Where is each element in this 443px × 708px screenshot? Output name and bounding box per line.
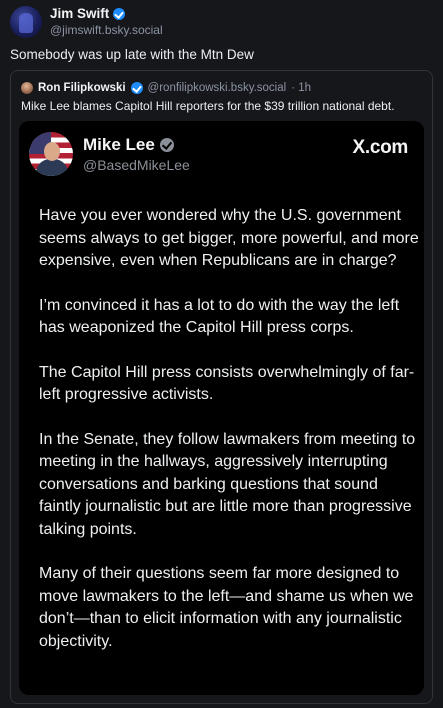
tweet-paragraph: I’m convinced it has a lot to do with th… [39,296,400,337]
quoted-author-handle: @ronfilipkowski.bsky.social [147,82,287,94]
post-text: Somebody was up late with the Mtn Dew [10,47,254,62]
embedded-author-name: Mike Lee [83,135,155,154]
quoted-author-name: Ron Filipkowski [38,82,126,94]
verified-badge-icon [130,82,143,94]
x-logo: X.com [352,137,408,158]
tweet-paragraph: In the Senate, they follow lawmakers fro… [39,430,416,538]
verified-badge-icon [113,7,126,20]
embedded-author-avatar [29,132,73,176]
quoted-post-time: · 1h [291,82,312,94]
embedded-tweet-image[interactable]: Mike Lee @BasedMikeLee X.com Have you ev… [19,121,424,695]
author-name[interactable]: Jim Swift [50,6,109,21]
quoted-post-header: Ron Filipkowski @ronfilipkowski.bsky.soc… [21,82,311,94]
quoted-post[interactable]: Ron Filipkowski @ronfilipkowski.bsky.soc… [10,70,433,704]
post-card: Jim Swift @jimswift.bsky.social Somebody… [0,0,443,708]
tweet-paragraph: The Capitol Hill press consists overwhel… [39,363,415,404]
embedded-author-name-row: Mike Lee [83,135,174,155]
quoted-post-text: Mike Lee blames Capitol Hill reporters f… [21,99,395,113]
embedded-author-handle: @BasedMikeLee [83,157,190,173]
author-name-row[interactable]: Jim Swift [50,6,126,21]
author-handle[interactable]: @jimswift.bsky.social [50,23,163,37]
author-avatar[interactable] [10,6,42,38]
tweet-paragraph: Many of their questions seem far more de… [39,565,414,650]
embedded-tweet-body: Have you ever wondered why the U.S. gove… [39,205,424,675]
verified-badge-icon [159,138,174,152]
tweet-paragraph: Have you ever wondered why the U.S. gove… [39,207,419,269]
quoted-author-avatar [21,82,33,94]
